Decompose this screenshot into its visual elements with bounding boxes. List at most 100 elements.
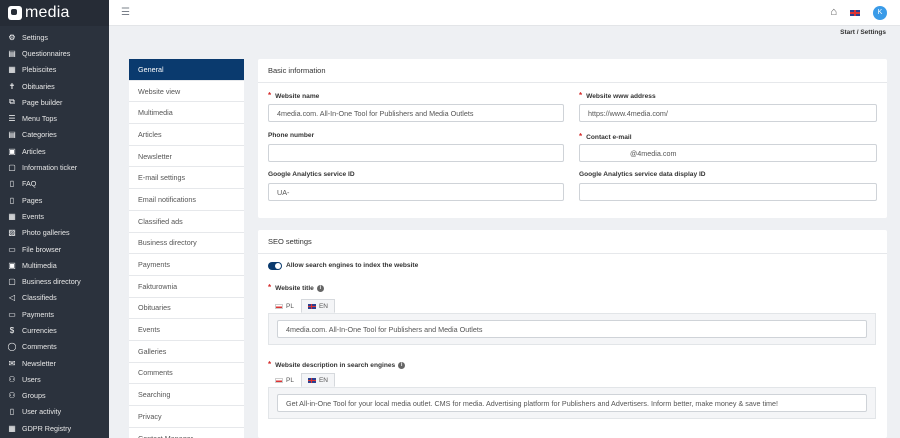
sidebar-item-obituaries[interactable]: ✝ Obituaries — [0, 78, 109, 94]
settings-tabs: General Website view Multimedia Articles New… — [129, 59, 244, 438]
sidebar: media ⚙ Settings ▤ Questionnaires ▦ Plebiscit… — [0, 0, 109, 438]
sidebar-item-label: Page builder — [22, 97, 63, 107]
sidebar-item-groups[interactable]: ⚇ Groups — [0, 388, 109, 404]
sidebar-item-faq[interactable]: ▯ FAQ — [0, 176, 109, 192]
business-directory-icon: ▢ — [8, 277, 16, 287]
tab-galleries[interactable]: Galleries — [129, 341, 244, 363]
card-title: Basic information — [258, 59, 887, 83]
tab-newsletter[interactable]: Newsletter — [129, 146, 244, 168]
tab-payments[interactable]: Payments — [129, 254, 244, 276]
index-toggle[interactable] — [268, 262, 282, 270]
file-browser-icon: ▭ — [8, 244, 16, 254]
ga-id-input[interactable]: UA- — [268, 183, 564, 201]
sidebar-item-plebiscites[interactable]: ▦ Plebiscites — [0, 62, 109, 78]
sidebar-item-events[interactable]: ▦ Events — [0, 208, 109, 224]
lang-tab-pl[interactable]: PL — [268, 299, 301, 313]
plebiscite-icon: ▦ — [8, 65, 16, 75]
sidebar-item-user-activity[interactable]: ▯ User activity — [0, 404, 109, 420]
sidebar-item-gdpr-registry[interactable]: ▦ GDPR Registry — [0, 420, 109, 436]
payments-icon: ▭ — [8, 309, 16, 319]
tab-email-notifications[interactable]: Email notifications — [129, 189, 244, 211]
card-title: SEO settings — [258, 230, 887, 254]
faq-icon: ▯ — [9, 179, 15, 189]
obituary-icon: ✝ — [8, 81, 16, 91]
tab-obituaries[interactable]: Obituaries — [129, 298, 244, 320]
sidebar-item-pages[interactable]: ▯ Pages — [0, 192, 109, 208]
sidebar-item-payments[interactable]: ▭ Payments — [0, 306, 109, 322]
website-name-label: * Website name — [268, 91, 320, 100]
website-address-input[interactable]: https://www.4media.com/ — [579, 104, 877, 122]
sidebar-item-newsletter[interactable]: ✉ Newsletter — [0, 355, 109, 371]
tab-privacy[interactable]: Privacy — [129, 406, 244, 428]
tab-articles[interactable]: Articles — [129, 124, 244, 146]
sidebar-item-label: Users — [22, 374, 41, 384]
sidebar-item-articles[interactable]: ▣ Articles — [0, 143, 109, 159]
sidebar-item-categories[interactable]: ▤ Categories — [0, 127, 109, 143]
tab-searching[interactable]: Searching — [129, 384, 244, 406]
tab-fakturownia[interactable]: Fakturownia — [129, 276, 244, 298]
tab-website-view[interactable]: Website view — [129, 81, 244, 103]
lang-tab-pl[interactable]: PL — [268, 373, 301, 387]
required-marker: * — [268, 360, 272, 369]
tab-general[interactable]: General — [129, 59, 244, 81]
ga-display-input[interactable] — [579, 183, 877, 201]
users-icon: ⚇ — [8, 374, 16, 384]
description-input[interactable]: Get All-in-One Tool for your local media… — [277, 394, 867, 412]
description-lang-tabs: PL EN — [268, 373, 335, 387]
articles-icon: ▣ — [8, 146, 16, 156]
website-name-input[interactable]: 4media.com. All-In-One Tool for Publishe… — [268, 104, 564, 122]
info-icon[interactable]: i — [316, 285, 324, 292]
sidebar-item-multimedia[interactable]: ▣ Multimedia — [0, 257, 109, 273]
info-icon[interactable]: i — [398, 362, 406, 369]
tab-comments[interactable]: Comments — [129, 363, 244, 385]
sidebar-item-label: GDPR Registry — [22, 423, 72, 433]
sidebar-item-information-ticker[interactable]: ▢ Information ticker — [0, 159, 109, 175]
sidebar-item-questionnaires[interactable]: ▤ Questionnaires — [0, 45, 109, 61]
sidebar-item-users[interactable]: ⚇ Users — [0, 371, 109, 387]
categories-icon: ▤ — [8, 130, 16, 140]
tab-classified-ads[interactable]: Classified ads — [129, 211, 244, 233]
website-title-lang-tabs: PL EN — [268, 299, 335, 313]
currencies-icon: $ — [9, 325, 15, 335]
contact-email-label: * Contact e-mail — [579, 132, 632, 141]
sidebar-item-currencies[interactable]: $ Currencies — [0, 322, 109, 338]
menu-icon: ☰ — [8, 114, 16, 124]
menu-toggle-icon[interactable]: ☰ — [121, 7, 130, 18]
sidebar-item-photo-galleries[interactable]: ▨ Photo galleries — [0, 225, 109, 241]
sidebar-item-label: Photo galleries — [22, 228, 70, 238]
basic-information-card: Basic information * Website name 4media.c… — [258, 59, 887, 218]
breadcrumb: Start / Settings — [840, 29, 886, 36]
tab-events[interactable]: Events — [129, 319, 244, 341]
multimedia-icon: ▣ — [8, 260, 16, 270]
website-title-input[interactable]: 4media.com. All-In-One Tool for Publishe… — [277, 320, 867, 338]
home-icon[interactable]: ⌂ — [830, 6, 837, 18]
sidebar-item-label: Newsletter — [22, 358, 56, 368]
sidebar-item-page-builder[interactable]: ⧉ Page builder — [0, 94, 109, 110]
logo-text: media — [25, 4, 70, 21]
groups-icon: ⚇ — [8, 391, 16, 401]
ga-display-label: Google Analytics service data display ID — [579, 171, 706, 178]
contact-email-input[interactable]: @4media.com — [579, 144, 877, 162]
required-marker: * — [579, 91, 583, 100]
sidebar-item-menu-tops[interactable]: ☰ Menu Tops — [0, 110, 109, 126]
website-address-label: * Website www address — [579, 91, 656, 100]
sidebar-item-label: Events — [22, 211, 44, 221]
tab-contact-manager[interactable]: Contact Manager — [129, 428, 244, 438]
sidebar-item-file-browser[interactable]: ▭ File browser — [0, 241, 109, 257]
poland-flag-icon — [275, 303, 283, 309]
sidebar-item-label: Comments — [22, 342, 57, 352]
sidebar-item-comments[interactable]: ◯ Comments — [0, 339, 109, 355]
sidebar-item-settings[interactable]: ⚙ Settings — [0, 29, 109, 45]
tab-e-mail-settings[interactable]: E-mail settings — [129, 167, 244, 190]
sidebar-item-classifieds[interactable]: ◁ Classifieds — [0, 290, 109, 306]
lang-tab-en[interactable]: EN — [300, 299, 335, 313]
sidebar-item-business-directory[interactable]: ▢ Business directory — [0, 273, 109, 289]
phone-input[interactable] — [268, 144, 564, 162]
tab-multimedia[interactable]: Multimedia — [129, 102, 244, 125]
language-flag-icon[interactable] — [850, 10, 860, 16]
app-logo[interactable]: media — [0, 0, 109, 26]
lang-tab-en[interactable]: EN — [300, 373, 335, 387]
tab-business-directory[interactable]: Business directory — [129, 233, 244, 255]
sidebar-nav: ⚙ Settings ▤ Questionnaires ▦ Plebiscites ✝ Obi… — [0, 26, 109, 436]
avatar[interactable]: K — [873, 6, 887, 20]
